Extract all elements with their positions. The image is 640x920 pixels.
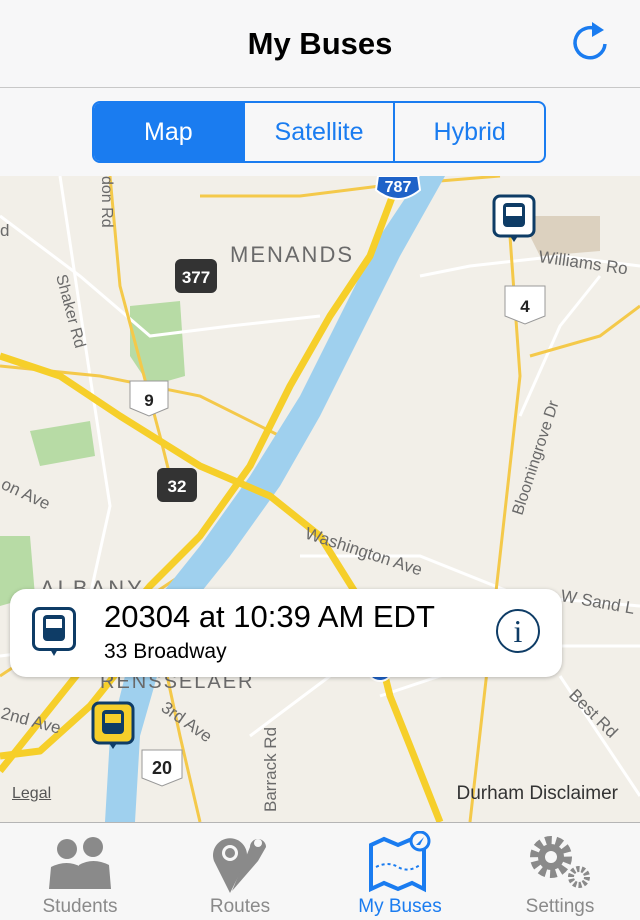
svg-text:9: 9 [144, 391, 153, 410]
tab-settings[interactable]: Settings [480, 823, 640, 920]
shield-20: 20 [141, 749, 183, 787]
svg-text:4: 4 [520, 297, 530, 316]
info-icon[interactable]: i [496, 609, 540, 653]
label-shaker: Shaker Rd [52, 273, 88, 350]
tab-label: Settings [525, 896, 595, 917]
segment-map[interactable]: Map [94, 103, 245, 161]
label-washington: Washington Ave [303, 524, 425, 580]
shield-9: 9 [129, 380, 169, 417]
tab-my-buses[interactable]: My Buses [320, 823, 480, 920]
map-icon [369, 831, 431, 893]
bus-callout[interactable]: 20304 at 10:39 AM EDT 33 Broadway i [10, 589, 562, 677]
svg-text:377: 377 [182, 268, 210, 287]
shield-787: 787 [374, 176, 422, 200]
students-icon [49, 837, 111, 889]
legal-link[interactable]: Legal [12, 785, 51, 803]
bus-marker-selected-icon[interactable] [91, 701, 135, 749]
segment-satellite[interactable]: Satellite [245, 103, 396, 161]
label-bloomingrove: Bloomingrove Dr [510, 398, 563, 517]
label-3rd-ave: 3rd Ave [158, 698, 216, 746]
map-disclaimer: Durham Disclaimer [456, 783, 618, 804]
shield-4: 4 [504, 285, 546, 325]
map-type-segmented-control[interactable]: Map Satellite Hybrid [92, 101, 546, 163]
route-shields: 787 377 4 9 32 90 4 20 [129, 176, 546, 787]
map-view[interactable]: MENANDS Williams Ro Shaker Rd don Rd Blo… [0, 176, 640, 822]
svg-text:20: 20 [152, 758, 172, 778]
callout-address: 33 Broadway [104, 640, 227, 663]
label-on-ave: on Ave [0, 474, 53, 513]
tab-label: Students [42, 896, 118, 917]
label-barrack: Barrack Rd [261, 727, 280, 812]
refresh-icon[interactable] [568, 20, 612, 64]
label-don: don Rd [98, 176, 115, 228]
tab-bar: Students Routes My Buses Settings [0, 822, 640, 920]
bus-icon [32, 607, 76, 656]
svg-text:787: 787 [385, 179, 412, 196]
label-wsand: W Sand L [559, 586, 636, 618]
callout-title: 20304 at 10:39 AM EDT [104, 599, 435, 634]
segment-hybrid[interactable]: Hybrid [395, 103, 544, 161]
map-type-bar: Map Satellite Hybrid [0, 88, 640, 176]
tab-label: My Buses [358, 896, 442, 917]
routes-pin-icon [213, 838, 266, 893]
label-menands: MENANDS [230, 242, 354, 267]
shield-32: 32 [157, 468, 197, 502]
tab-routes[interactable]: Routes [160, 823, 320, 920]
svg-text:32: 32 [168, 477, 187, 496]
nav-bar: My Buses [0, 0, 640, 88]
page-title: My Buses [247, 26, 393, 61]
gear-icon [530, 836, 590, 888]
label-d: d [0, 221, 9, 240]
shield-377: 377 [175, 259, 217, 293]
label-best: Best Rd [565, 685, 621, 741]
tab-students[interactable]: Students [0, 823, 160, 920]
tab-label: Routes [209, 896, 271, 917]
bus-marker-icon[interactable] [492, 194, 536, 242]
